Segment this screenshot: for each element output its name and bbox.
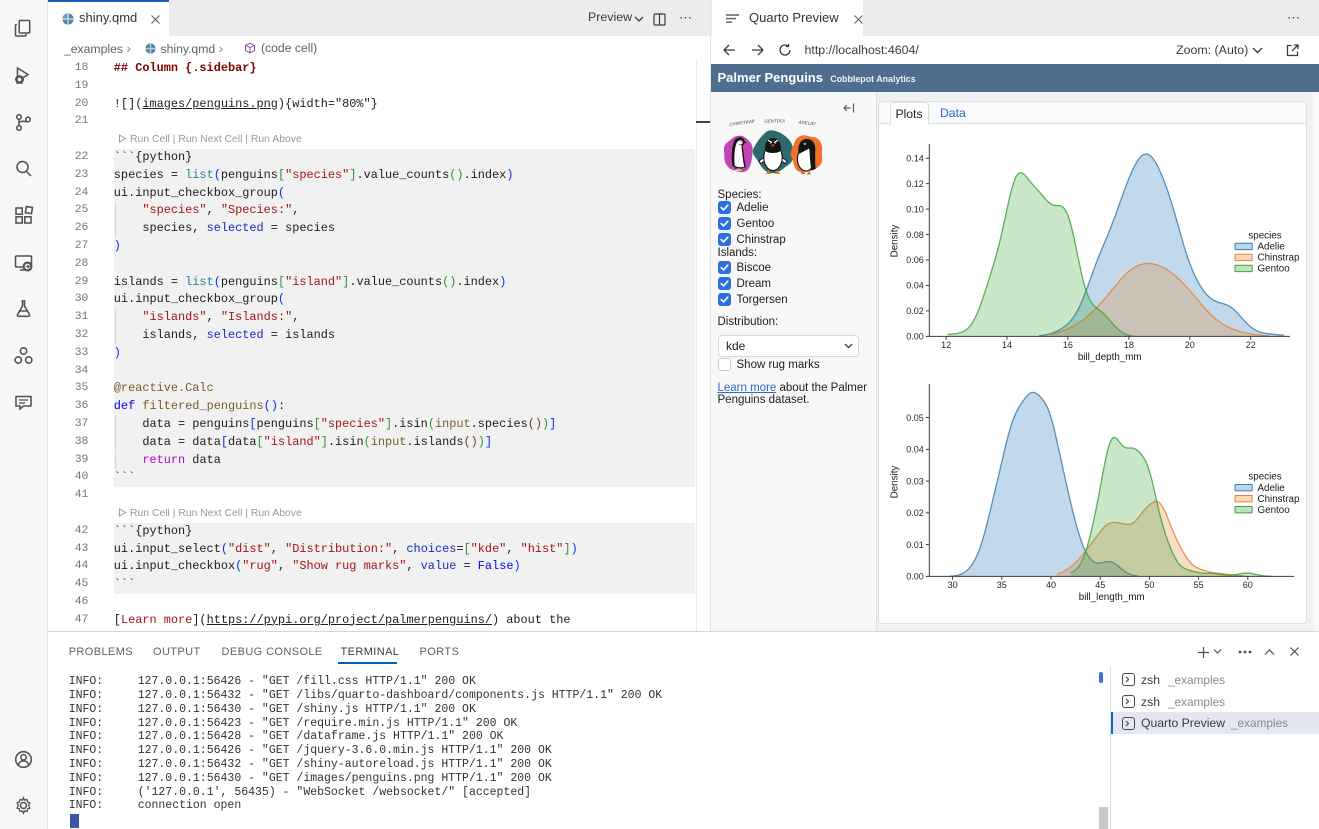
- svg-text:0.00: 0.00: [906, 572, 924, 582]
- svg-text:0.02: 0.02: [906, 508, 924, 518]
- svg-text:Gentoo: Gentoo: [1258, 505, 1291, 516]
- svg-text:species: species: [1248, 472, 1281, 483]
- svg-text:18: 18: [1124, 340, 1134, 350]
- svg-text:0.10: 0.10: [906, 204, 924, 214]
- svg-text:GENTOO!: GENTOO!: [765, 119, 786, 124]
- svg-text:Density: Density: [890, 225, 901, 258]
- svg-text:20: 20: [1185, 340, 1195, 350]
- svg-text:0.04: 0.04: [906, 445, 924, 455]
- svg-text:Chinstrap: Chinstrap: [1258, 494, 1300, 505]
- svg-text:0.05: 0.05: [906, 413, 924, 423]
- svg-text:45: 45: [1095, 580, 1105, 590]
- svg-text:60: 60: [1243, 580, 1253, 590]
- svg-text:0.00: 0.00: [906, 332, 924, 342]
- svg-text:ADELIE!: ADELIE!: [797, 119, 816, 126]
- svg-text:Gentoo: Gentoo: [1258, 264, 1291, 275]
- svg-text:14: 14: [1002, 340, 1012, 350]
- svg-text:Adelie: Adelie: [1258, 242, 1286, 253]
- svg-text:bill_length_mm: bill_length_mm: [1079, 592, 1145, 603]
- svg-text:22: 22: [1246, 340, 1256, 350]
- svg-text:0.06: 0.06: [906, 255, 924, 265]
- svg-text:0.02: 0.02: [906, 306, 924, 316]
- svg-text:0.01: 0.01: [906, 540, 924, 550]
- svg-text:bill_depth_mm: bill_depth_mm: [1078, 352, 1142, 363]
- svg-text:0.03: 0.03: [906, 476, 924, 486]
- svg-text:0.12: 0.12: [906, 179, 924, 189]
- svg-text:30: 30: [948, 580, 958, 590]
- svg-text:Density: Density: [890, 466, 901, 499]
- svg-text:40: 40: [1046, 580, 1056, 590]
- svg-text:CHINSTRAP: CHINSTRAP: [729, 118, 755, 127]
- svg-text:Adelie: Adelie: [1258, 483, 1286, 494]
- svg-text:55: 55: [1194, 580, 1204, 590]
- svg-text:50: 50: [1144, 580, 1154, 590]
- svg-text:16: 16: [1063, 340, 1073, 350]
- svg-text:0.08: 0.08: [906, 230, 924, 240]
- svg-text:12: 12: [941, 340, 951, 350]
- svg-text:species: species: [1248, 230, 1281, 241]
- svg-text:Chinstrap: Chinstrap: [1258, 253, 1300, 264]
- svg-text:35: 35: [997, 580, 1007, 590]
- svg-text:0.04: 0.04: [906, 281, 924, 291]
- svg-text:0.14: 0.14: [906, 153, 924, 163]
